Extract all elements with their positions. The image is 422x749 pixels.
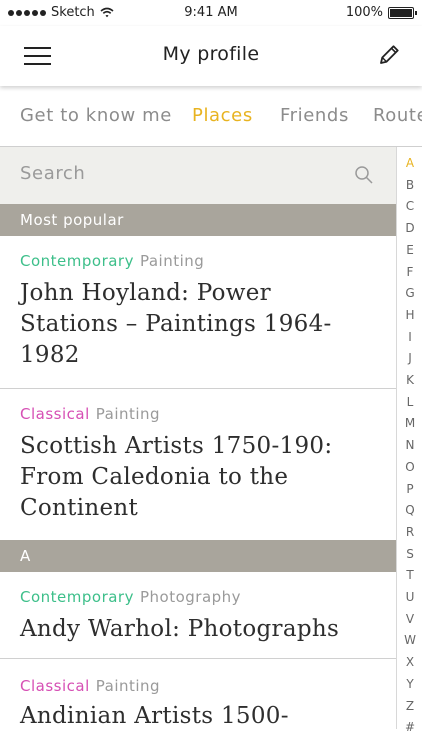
item-title: Andy Warhol: Photographs xyxy=(20,616,340,642)
tab-get-to-know-me[interactable]: Get to know me xyxy=(20,105,172,126)
battery-icon xyxy=(388,6,417,19)
item-tags: Contemporary Photography xyxy=(20,588,241,606)
search-icon[interactable] xyxy=(354,165,374,185)
list-item[interactable]: Contemporary Photography Andy Warhol: Pho… xyxy=(0,572,396,659)
tab-bar: Get to know me Places Friends Routes xyxy=(0,86,422,147)
list-item[interactable]: Contemporary Painting John Hoyland: Power… xyxy=(0,236,396,389)
index-letter-w[interactable]: W xyxy=(397,633,422,647)
alphabet-index: A B C D E F G H I J K L M N O P Q R S T U V W X Y Z # xyxy=(396,147,422,734)
index-letter-g[interactable]: G xyxy=(397,286,422,300)
section-header-most-popular: Most popular xyxy=(0,204,396,236)
search-bar xyxy=(0,147,396,204)
index-letter-k[interactable]: K xyxy=(397,373,422,387)
section-header-label: Most popular xyxy=(20,211,124,229)
tab-places[interactable]: Places xyxy=(192,105,253,126)
item-category: Classical xyxy=(20,677,90,695)
search-input[interactable] xyxy=(20,163,340,184)
index-letter-z[interactable]: Z xyxy=(397,699,422,713)
index-letter-t[interactable]: T xyxy=(397,568,422,582)
item-type: Painting xyxy=(95,405,161,423)
battery-percent: 100% xyxy=(345,5,383,20)
index-letter-l[interactable]: L xyxy=(397,395,422,409)
index-letter-j[interactable]: J xyxy=(397,351,422,365)
index-letter-c[interactable]: C xyxy=(397,199,422,213)
item-category: Contemporary xyxy=(20,588,134,606)
section-header-a: A xyxy=(0,540,396,572)
navigation-bar: My profile xyxy=(0,26,422,86)
battery-fill xyxy=(390,8,412,17)
index-letter-f[interactable]: F xyxy=(397,265,422,279)
item-type: Painting xyxy=(95,677,161,695)
index-letter-m[interactable]: M xyxy=(397,416,422,430)
tab-routes[interactable]: Routes xyxy=(373,105,422,126)
index-letter-p[interactable]: P xyxy=(397,482,422,496)
item-type: Photography xyxy=(139,588,242,606)
index-letter-a[interactable]: A xyxy=(397,156,422,170)
item-tags: Classical Painting xyxy=(20,677,160,695)
list-item[interactable]: Classical Painting Scottish Artists 1750-… xyxy=(0,389,396,541)
item-title: Andinian Artists 1500- xyxy=(20,703,289,729)
index-letter-u[interactable]: U xyxy=(397,590,422,604)
index-letter-n[interactable]: N xyxy=(397,438,422,452)
index-letter-b[interactable]: B xyxy=(397,178,422,192)
index-letter-q[interactable]: Q xyxy=(397,503,422,517)
index-letter-s[interactable]: S xyxy=(397,547,422,561)
index-letter-r[interactable]: R xyxy=(397,525,422,539)
list-item[interactable]: Classical Painting Andinian Artists 1500- xyxy=(0,659,396,749)
pencil-icon[interactable] xyxy=(376,42,402,68)
item-title: Scottish Artists 1750-190: From Caledoni… xyxy=(20,433,333,521)
status-bar: Sketch 9:41 AM 100% xyxy=(0,0,422,26)
index-letter-x[interactable]: X xyxy=(397,655,422,669)
item-tags: Contemporary Painting xyxy=(20,252,204,270)
item-tags: Classical Painting xyxy=(20,405,160,423)
section-header-label: A xyxy=(20,547,31,565)
index-letter-o[interactable]: O xyxy=(397,460,422,474)
tab-friends[interactable]: Friends xyxy=(280,105,349,126)
item-category: Contemporary xyxy=(20,252,134,270)
battery-area: 100% xyxy=(345,5,417,20)
index-letter-h[interactable]: H xyxy=(397,308,422,322)
index-letter-y[interactable]: Y xyxy=(397,677,422,691)
item-category: Classical xyxy=(20,405,90,423)
index-letter-d[interactable]: D xyxy=(397,221,422,235)
index-letter-v[interactable]: V xyxy=(397,612,422,626)
index-letter-e[interactable]: E xyxy=(397,243,422,257)
item-type: Painting xyxy=(139,252,205,270)
index-letter-i[interactable]: I xyxy=(397,330,422,344)
page-title: My profile xyxy=(162,43,260,65)
item-title: John Hoyland: Power Stations – Paintings… xyxy=(20,280,332,368)
index-letter-hash[interactable]: # xyxy=(397,720,422,734)
